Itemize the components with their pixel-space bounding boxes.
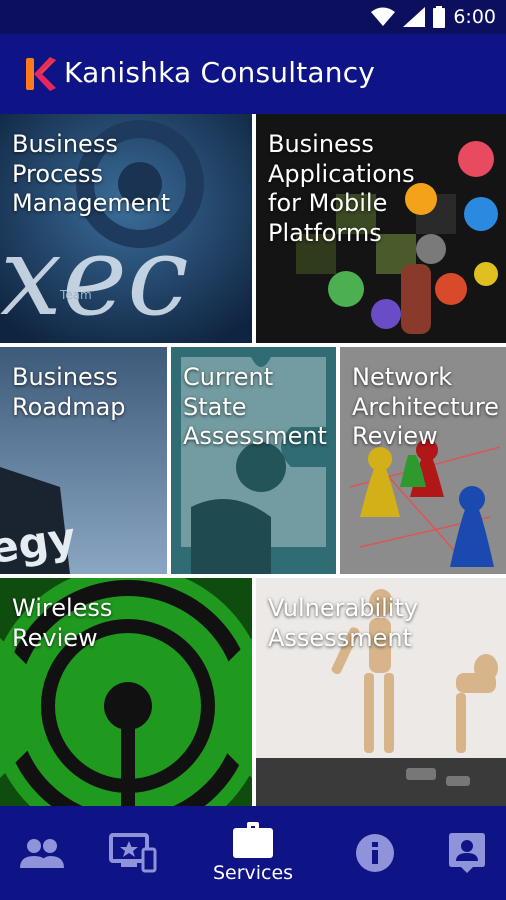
svg-text:Team: Team <box>59 288 92 302</box>
tile-label: Business Applications for Mobile Platfor… <box>268 130 415 247</box>
contact-card-icon <box>449 833 485 873</box>
people-icon <box>20 839 64 868</box>
services-grid: xec Team Business Process Management Bus… <box>0 114 506 806</box>
desktop-star-icon <box>109 833 157 873</box>
wifi-icon <box>371 7 396 26</box>
status-bar: 6:00 <box>0 0 506 34</box>
info-icon <box>356 834 394 872</box>
tile-wireless-review[interactable]: Wireless Review <box>0 578 252 806</box>
tile-business-applications-mobile[interactable]: Business Applications for Mobile Platfor… <box>256 114 506 343</box>
briefcase-icon <box>233 822 273 858</box>
tile-label: Current State Assessment <box>183 363 327 450</box>
tile-label: Wireless Review <box>12 594 113 652</box>
status-icons: 6:00 <box>371 6 496 28</box>
app-title: Kanishka Consultancy <box>64 56 376 89</box>
tile-label: Network Architecture Review <box>352 363 499 450</box>
nav-item-contact[interactable] <box>442 806 492 900</box>
signal-icon <box>403 7 426 27</box>
tile-current-state-assessment[interactable]: Current State Assessment <box>171 347 336 574</box>
nav-item-people[interactable] <box>14 806 70 900</box>
tile-business-process-management[interactable]: xec Team Business Process Management <box>0 114 252 343</box>
app-bar: Kanishka Consultancy <box>0 34 506 114</box>
bottom-nav: Services <box>0 806 506 900</box>
tile-business-roadmap[interactable]: egy Business Roadmap <box>0 347 167 574</box>
tile-network-architecture-review[interactable]: Network Architecture Review <box>340 347 506 574</box>
battery-icon <box>433 6 446 28</box>
tile-vulnerability-assessment[interactable]: Vulnerability Assessment <box>256 578 506 806</box>
svg-text:xec: xec <box>0 212 189 340</box>
tile-label: Vulnerability Assessment <box>268 594 419 652</box>
status-time: 6:00 <box>453 6 496 28</box>
nav-item-info[interactable] <box>350 806 400 900</box>
tile-label: Business Roadmap <box>12 363 126 421</box>
nav-item-services[interactable]: Services <box>203 806 303 900</box>
tile-label: Business Process Management <box>12 130 171 217</box>
kanishka-logo <box>26 57 56 91</box>
nav-item-featured[interactable] <box>105 806 161 900</box>
nav-label-services: Services <box>212 862 294 884</box>
